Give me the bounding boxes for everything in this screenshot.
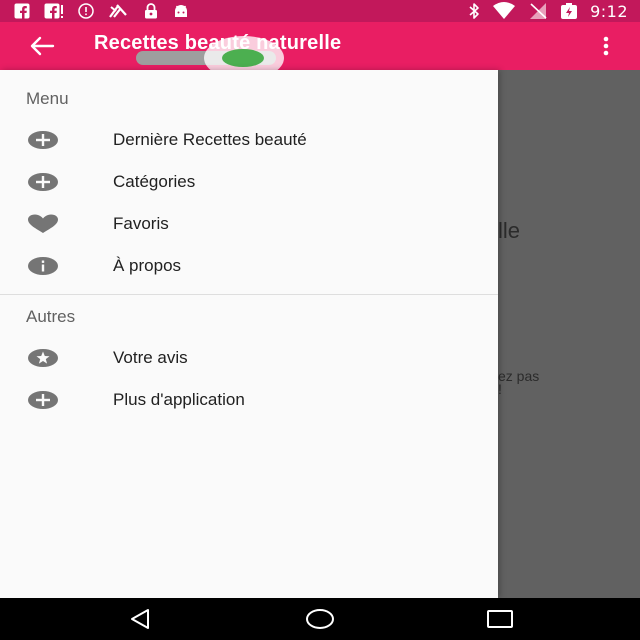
- info-circle-icon: [27, 255, 59, 277]
- plus-circle-icon: [27, 129, 59, 151]
- lock-icon: [144, 3, 158, 19]
- no-signal-icon: [108, 3, 130, 19]
- nav-recents-button[interactable]: [482, 607, 518, 631]
- wifi-icon: [492, 2, 516, 20]
- arrow-back-icon: [30, 36, 55, 56]
- menu-item-label: Votre avis: [113, 348, 188, 367]
- navigation-drawer: Menu Dernière Recettes beauté Catégories…: [0, 70, 498, 598]
- background-text: lle: [498, 218, 521, 243]
- battery-charging-icon: [560, 2, 578, 20]
- status-time: 9:12: [590, 1, 628, 21]
- facebook-icon: [44, 3, 64, 19]
- menu-item-more-apps[interactable]: Plus d'application: [0, 379, 498, 421]
- plus-circle-icon: [27, 389, 59, 411]
- home-circle-icon: [306, 609, 334, 629]
- menu-item-about[interactable]: À propos: [0, 245, 498, 287]
- facebook-icon: [14, 3, 30, 19]
- info-circle-icon: [78, 3, 94, 19]
- back-triangle-icon: [131, 609, 149, 629]
- menu-item-label: Catégories: [113, 172, 196, 191]
- background-text: ez pas: [498, 368, 540, 384]
- toggle-switch[interactable]: [136, 36, 284, 80]
- heart-icon: [27, 213, 59, 235]
- menu-item-categories[interactable]: Catégories: [0, 161, 498, 203]
- drawer-divider: [0, 294, 498, 295]
- star-circle-icon: [27, 347, 59, 369]
- menu-item-label: À propos: [113, 256, 182, 275]
- back-button[interactable]: [26, 32, 58, 60]
- nav-home-button[interactable]: [302, 607, 338, 631]
- no-sim-icon: [528, 2, 548, 20]
- menu-item-label: Favoris: [113, 214, 169, 233]
- section-header-menu: Menu: [26, 89, 69, 108]
- menu-item-rate-app[interactable]: Votre avis: [0, 337, 498, 379]
- plus-circle-icon: [27, 171, 59, 193]
- app-bar: Recettes beauté naturelle: [0, 22, 640, 80]
- status-bar-notifications: [14, 2, 190, 20]
- status-bar: 9:12: [0, 0, 640, 22]
- menu-item-label: Dernière Recettes beauté: [113, 130, 307, 149]
- recents-square-icon: [487, 610, 513, 628]
- menu-item-label: Plus d'application: [113, 390, 245, 409]
- background-text: !: [498, 381, 502, 397]
- navigation-bar: [0, 598, 640, 640]
- more-vertical-icon: [603, 36, 609, 56]
- more-options-button[interactable]: [594, 34, 618, 58]
- section-header-others: Autres: [26, 307, 76, 326]
- bluetooth-icon: [468, 2, 480, 20]
- menu-item-latest-recipes[interactable]: Dernière Recettes beauté: [0, 119, 498, 161]
- status-bar-system: 9:12: [468, 1, 628, 21]
- toggle-knob: [222, 49, 264, 67]
- nav-back-button[interactable]: [122, 607, 158, 631]
- menu-item-favorites[interactable]: Favoris: [0, 203, 498, 245]
- android-icon: [172, 3, 190, 19]
